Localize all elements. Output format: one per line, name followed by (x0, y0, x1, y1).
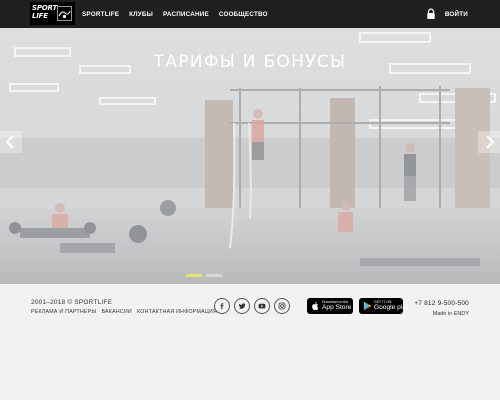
made-in-credit[interactable]: Made in ENDY (433, 311, 469, 317)
youtube-icon (258, 303, 266, 309)
logo-wordmark: SPORT LIFE (32, 4, 57, 20)
login-label: ВОЙТИ (444, 10, 468, 18)
apple-icon (312, 302, 319, 311)
facebook-button[interactable] (214, 298, 230, 314)
hero-title: ТАРИФЫ И БОНУСЫ (153, 52, 347, 72)
phone-number[interactable]: +7 812 9-500-500 (414, 300, 469, 307)
logo-line-2: LIFE (32, 12, 48, 20)
slider-next-button[interactable] (478, 131, 500, 153)
twitter-button[interactable] (234, 298, 250, 314)
instagram-button[interactable] (274, 298, 290, 314)
google-play-icon (364, 301, 372, 311)
social-links (214, 298, 294, 314)
footer-link-vacancies[interactable]: ВАКАНСИИ (101, 309, 132, 315)
slide-dot-1[interactable] (186, 274, 202, 277)
nav-item-schedule[interactable]: РАСПИСАНИЕ (163, 11, 209, 18)
slider-prev-button[interactable] (0, 131, 22, 153)
google-play-label: Google play (374, 304, 410, 311)
facebook-icon (220, 303, 224, 310)
main-nav: SPORTLIFE КЛУБЫ РАСПИСАНИЕ СООБЩЕСТВО (82, 0, 278, 28)
youtube-button[interactable] (254, 298, 270, 314)
footer-link-contacts[interactable]: КОНТАКТНАЯ ИНФОРМАЦИЯ (137, 309, 217, 315)
slider-pagination (186, 274, 226, 277)
sportlife-logo[interactable]: SPORT LIFE (30, 2, 75, 25)
chevron-left-icon (0, 131, 22, 153)
hero-slider: ТАРИФЫ И БОНУСЫ (0, 28, 500, 284)
top-nav-bar: SPORT LIFE SPORTLIFE КЛУБЫ РАСПИСАНИЕ СО… (0, 0, 500, 28)
twitter-icon (238, 303, 246, 309)
chevron-right-icon (478, 131, 500, 153)
google-play-button[interactable]: GET IT ON Google play (359, 298, 409, 314)
app-store-label: App Store (322, 304, 352, 311)
app-store-button[interactable]: Download on the App Store (307, 298, 353, 314)
nav-item-community[interactable]: СООБЩЕСТВО (219, 11, 268, 18)
copyright-text: 2001–2018 © SPORTLIFE (31, 299, 113, 306)
nav-item-sportlife[interactable]: SPORTLIFE (82, 11, 119, 18)
slide-dot-2[interactable] (206, 274, 222, 277)
nav-item-clubs[interactable]: КЛУБЫ (129, 11, 153, 18)
lock-icon (427, 8, 435, 19)
footer: 2001–2018 © SPORTLIFE РЕКЛАМА И ПАРТНЕРЫ… (0, 284, 500, 400)
logo-line-1: SPORT (32, 4, 57, 12)
footer-link-advertising[interactable]: РЕКЛАМА И ПАРТНЕРЫ (31, 309, 96, 315)
logo-emblem-icon (57, 6, 72, 21)
instagram-icon (278, 302, 286, 310)
login-button[interactable]: ВОЙТИ (425, 0, 468, 28)
footer-links: РЕКЛАМА И ПАРТНЕРЫ ВАКАНСИИ КОНТАКТНАЯ И… (31, 309, 222, 315)
